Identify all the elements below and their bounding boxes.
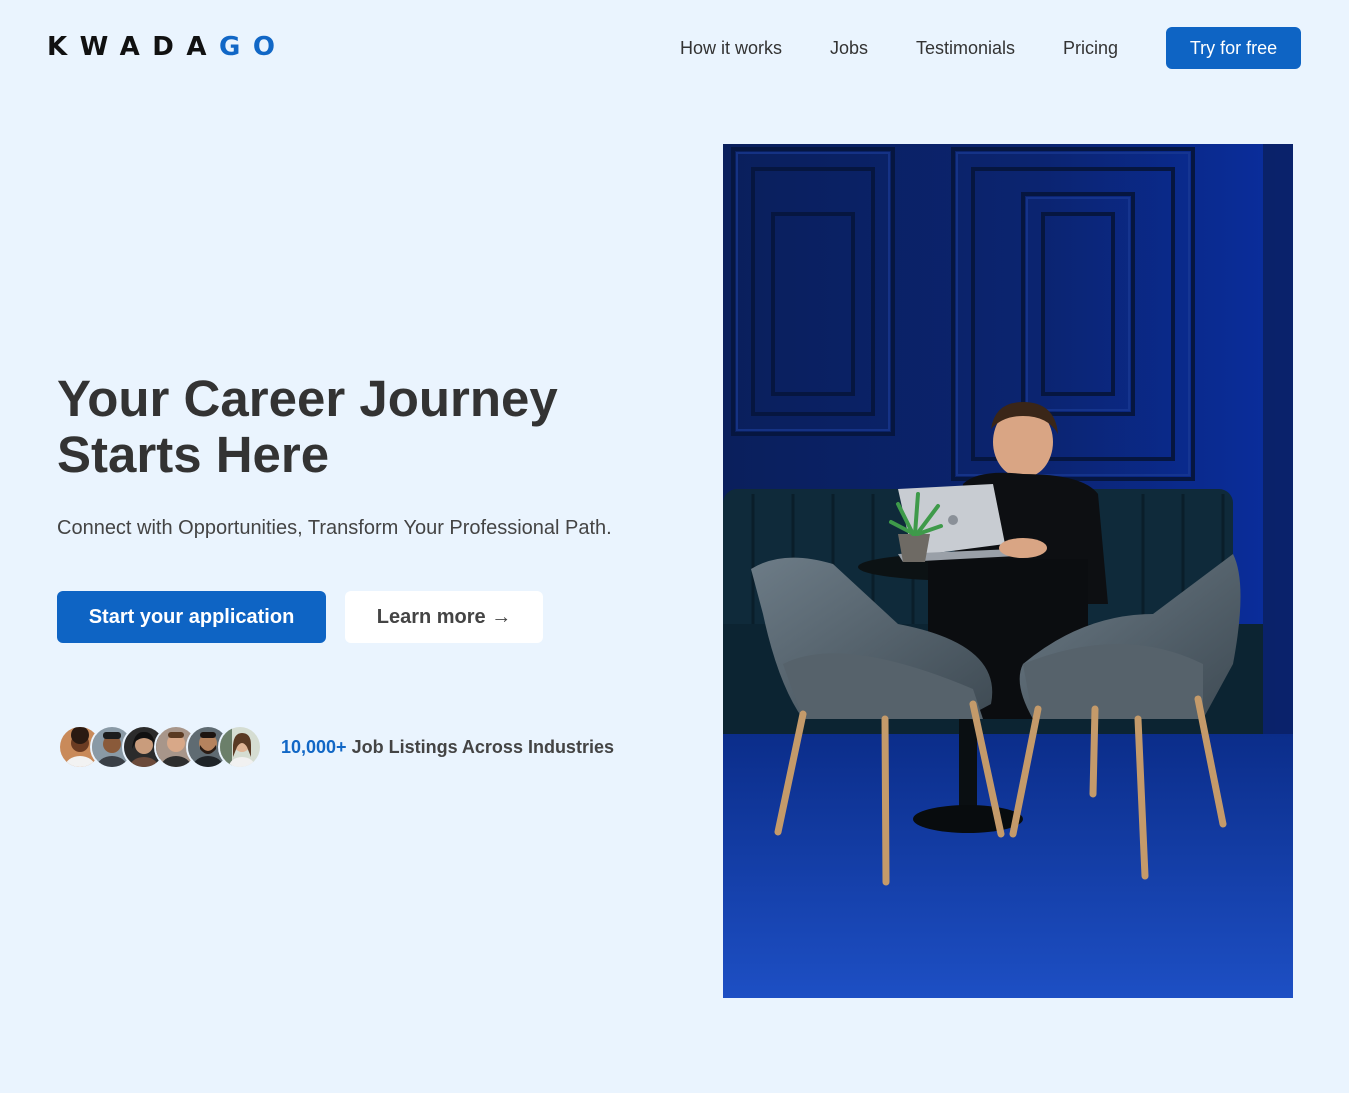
hero-title-line1: Your Career Journey (57, 370, 558, 427)
brand-logo[interactable]: KWADAGO (47, 33, 287, 61)
stat-text: Job Listings Across Industries (346, 737, 614, 757)
start-application-button[interactable]: Start your application (57, 591, 326, 643)
stat-number: 10,000+ (281, 737, 347, 757)
hero-photo (723, 144, 1293, 998)
nav-link-how-it-works[interactable]: How it works (680, 37, 782, 59)
nav-link-testimonials[interactable]: Testimonials (916, 37, 1015, 59)
try-for-free-button[interactable]: Try for free (1166, 27, 1301, 69)
hero-subtitle: Connect with Opportunities, Transform Yo… (57, 517, 612, 539)
learn-more-button[interactable]: Learn more → (345, 591, 543, 643)
avatar-group (58, 725, 268, 769)
hero-title-line2: Starts Here (57, 426, 330, 483)
hero-title: Your Career Journey Starts Here (57, 371, 558, 483)
job-listings-stat: 10,000+ Job Listings Across Industries (281, 736, 614, 758)
avatar (218, 725, 262, 769)
logo-accent: GO (218, 32, 288, 62)
nav-link-pricing[interactable]: Pricing (1063, 37, 1118, 59)
nav-link-jobs[interactable]: Jobs (830, 37, 868, 59)
logo-main: KWADA (47, 32, 219, 62)
